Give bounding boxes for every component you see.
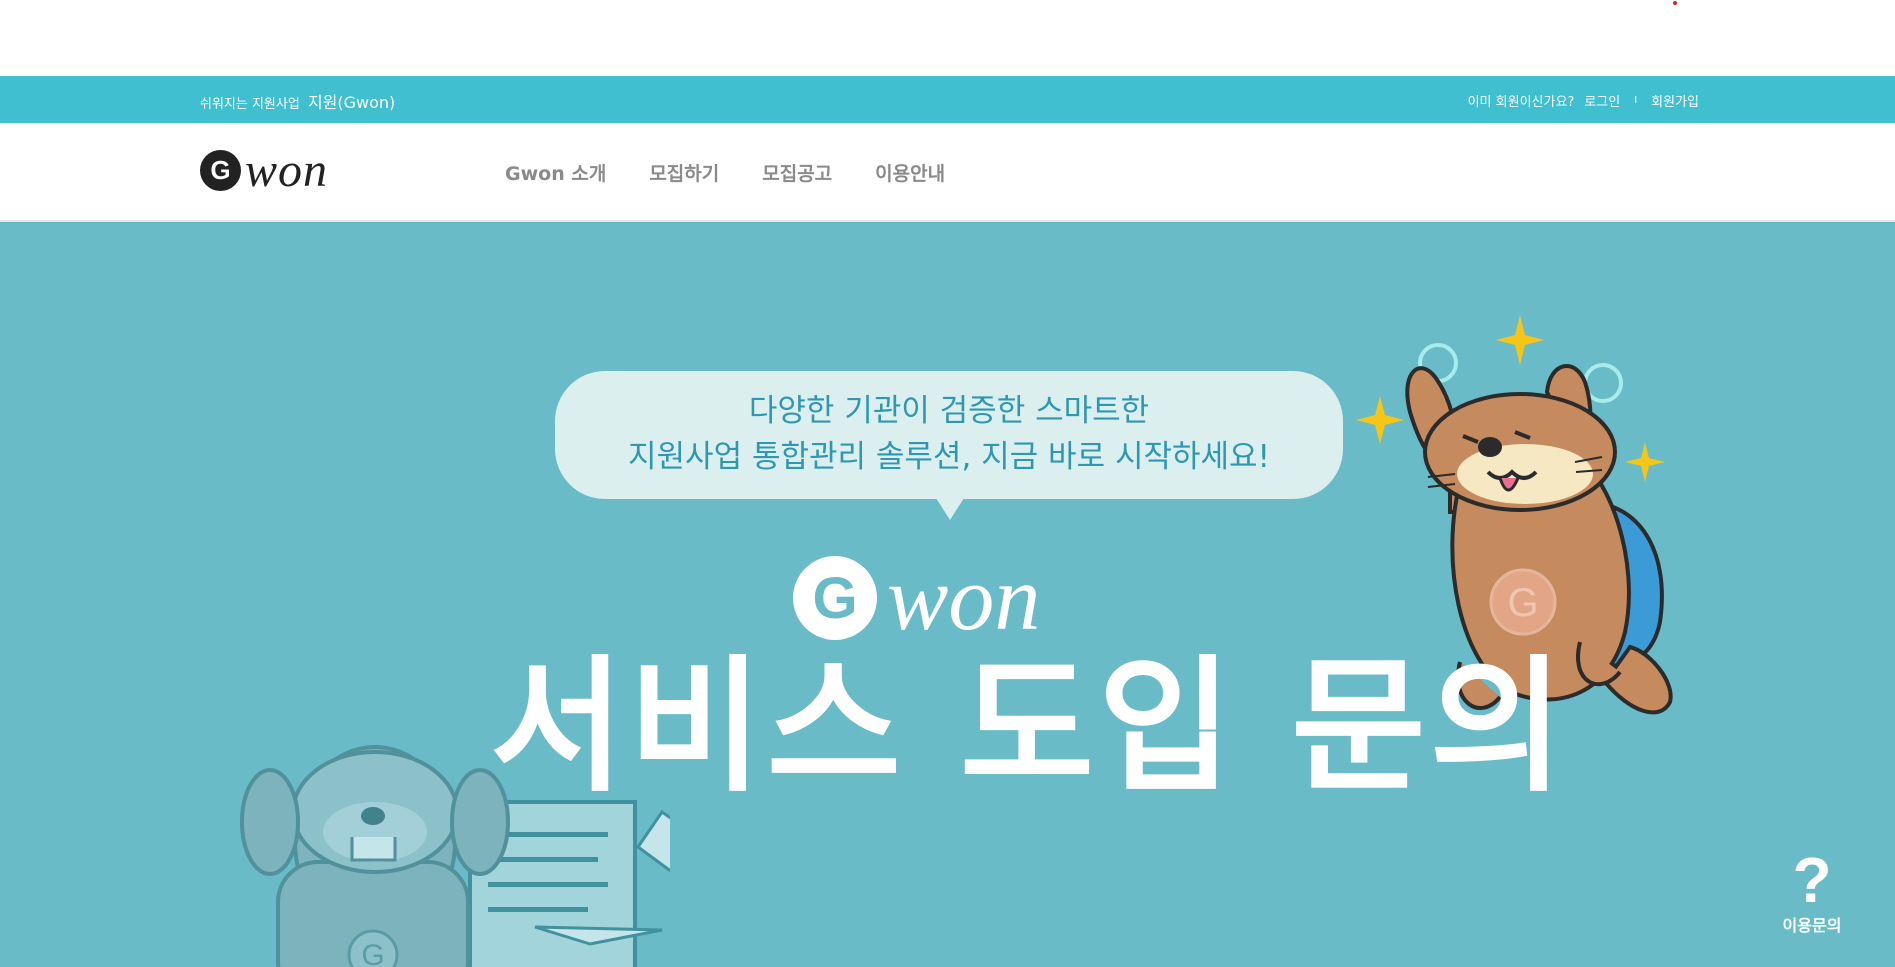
bubble-line-2: 지원사업 통합관리 솔루션, 지금 바로 시작하세요! [628, 439, 1270, 475]
tagline-brand: 지원(Gwon) [307, 93, 396, 112]
nav-item-guide[interactable]: 이용안내 [875, 159, 945, 186]
login-link[interactable]: 로그인 [1584, 91, 1620, 110]
otter-g-mark: G [361, 939, 384, 967]
top-blank-area [0, 0, 1895, 76]
nav-item-notices[interactable]: 모집공고 [762, 159, 832, 186]
hero-logo-g-icon: G [793, 556, 877, 640]
link-separator: I [1634, 95, 1638, 106]
bubble-line-1: 다양한 기관이 검증한 스마트한 [748, 393, 1150, 429]
red-dot-marker [1673, 1, 1677, 5]
main-nav: Gwon 소개 모집하기 모집공고 이용안내 [505, 159, 988, 186]
site-logo[interactable]: G won [200, 143, 329, 197]
nav-item-recruit[interactable]: 모집하기 [649, 159, 719, 186]
tagline-text: 쉬워지는 지원사업 [200, 97, 300, 112]
site-tagline: 쉬워지는 지원사업 지원(Gwon) [200, 89, 395, 113]
logo-g-icon: G [200, 150, 241, 191]
main-header: G won Gwon 소개 모집하기 모집공고 이용안내 [0, 123, 1895, 222]
signup-link[interactable]: 회원가입 [1651, 91, 1699, 110]
logo-wordmark: won [245, 143, 329, 197]
top-utility-bar: 쉬워지는 지원사업 지원(Gwon) 이미 회원이신가요? 로그인 I 회원가입 [0, 76, 1895, 123]
hero-logo-wordmark: won [887, 547, 1041, 649]
speech-bubble-tail [936, 498, 964, 520]
speech-bubble-text: 다양한 기관이 검증한 스마트한 지원사업 통합관리 솔루션, 지금 바로 시작… [555, 388, 1343, 480]
otter-g-mark-right: G [1507, 581, 1538, 625]
help-label: 이용문의 [1782, 916, 1842, 935]
member-links: 이미 회원이신가요? 로그인 I 회원가입 [1468, 91, 1699, 110]
hero-logo: G won [793, 547, 1041, 649]
question-mark-icon: ? [1792, 844, 1832, 916]
hero-banner: G G 다양한 기관이 검증한 스마트한 지원사업 통합관리 솔루션, 지금 바… [0, 222, 1895, 967]
member-question: 이미 회원이신가요? [1467, 95, 1575, 110]
nav-item-about[interactable]: Gwon 소개 [505, 159, 606, 186]
help-inquiry-button[interactable]: ? 이용문의 [1775, 844, 1849, 936]
hero-title: 서비스 도입 문의 [490, 642, 1568, 812]
